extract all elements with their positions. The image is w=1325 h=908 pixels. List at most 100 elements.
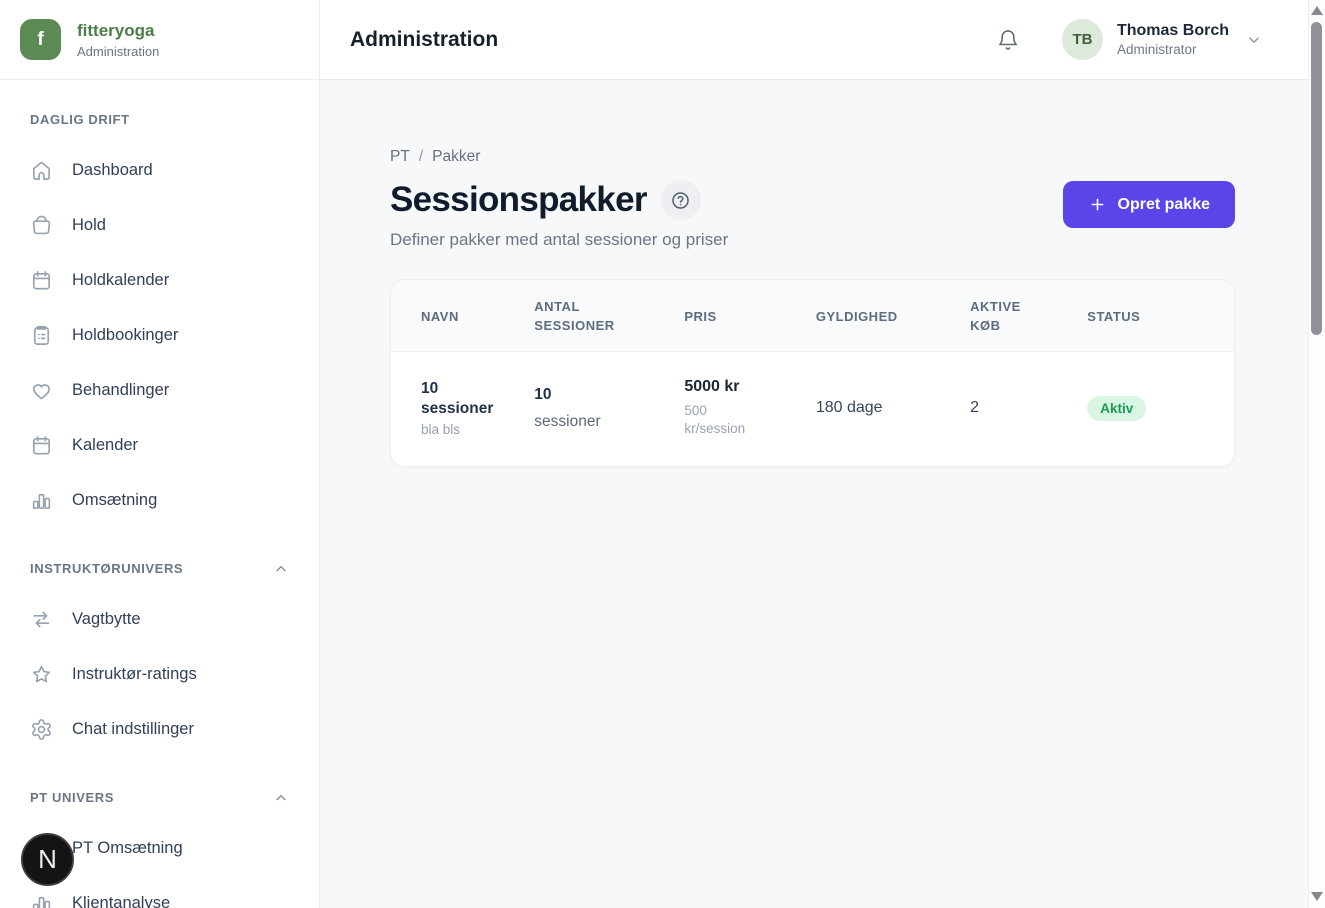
breadcrumb-pt[interactable]: PT	[390, 148, 410, 166]
sidebar-item-klientanalyse[interactable]: Klientanalyse	[30, 881, 289, 908]
heart-icon	[30, 379, 53, 402]
package-note: bla bls	[421, 422, 494, 437]
scrollbar[interactable]	[1308, 0, 1325, 908]
section-instruktorunivers[interactable]: INSTRUKTØRUNIVERS	[30, 561, 289, 577]
calendar-icon	[30, 434, 53, 457]
package-name: 10 sessioner	[421, 379, 494, 419]
active-purchases: 2	[970, 399, 979, 416]
cell-antal-sessioner: 10 sessioner	[534, 352, 684, 467]
bar-chart-icon	[30, 489, 53, 512]
sidebar-item-label: Holdkalender	[72, 271, 169, 290]
main-area: Administration TB Thomas Borch Administr…	[320, 0, 1325, 908]
bar-chart-icon	[30, 892, 53, 908]
sidebar-item-behandlinger[interactable]: Behandlinger	[30, 368, 289, 412]
package-price-detail: 500 kr/session	[684, 402, 754, 438]
scrollbar-down-arrow-icon[interactable]	[1311, 892, 1323, 901]
sidebar-item-hold[interactable]: Hold	[30, 203, 289, 247]
package-price: 5000 kr	[684, 378, 776, 396]
sidebar-item-label: Hold	[72, 216, 106, 235]
create-package-button-label: Opret pakke	[1118, 196, 1210, 214]
page-head: PT / Pakker Sessionspakker Definer pakke…	[390, 147, 1235, 250]
sidebar-item-label: Vagtbytte	[72, 610, 141, 629]
section-daglig-drift: DAGLIG DRIFT	[30, 112, 289, 128]
swap-arrows-icon	[30, 608, 53, 631]
cell-navn: 10 sessioner bla bls	[391, 352, 534, 467]
plus-icon	[1088, 195, 1107, 214]
title-row: Sessionspakker	[390, 179, 728, 221]
cell-aktive-kob: 2	[970, 352, 1087, 467]
brand-subtitle: Administration	[77, 44, 159, 59]
star-icon	[30, 663, 53, 686]
sidebar-item-holdbookinger[interactable]: Holdbookinger	[30, 313, 289, 357]
sidebar-header: f fitteryoga Administration	[0, 0, 319, 80]
sidebar-item-label: Omsætning	[72, 491, 157, 510]
packages-table-card: NAVN ANTAL SESSIONER PRIS GYLDIGHED AKTI…	[390, 279, 1235, 467]
page-subtitle: Definer pakker med antal sessioner og pr…	[390, 230, 728, 250]
avatar[interactable]: TB	[1062, 19, 1103, 60]
scrollbar-thumb[interactable]	[1311, 22, 1322, 335]
column-header-gyldighed: GYLDIGHED	[816, 280, 970, 352]
help-button[interactable]	[661, 180, 701, 220]
packages-table: NAVN ANTAL SESSIONER PRIS GYLDIGHED AKTI…	[391, 280, 1234, 466]
breadcrumb: PT / Pakker	[390, 147, 728, 166]
section-pt-univers[interactable]: PT UNIVERS	[30, 790, 289, 806]
chevron-up-icon[interactable]	[273, 561, 289, 577]
page-title: Sessionspakker	[390, 179, 647, 221]
sidebar-item-omsaetning[interactable]: Omsætning	[30, 478, 289, 522]
section-label: PT UNIVERS	[30, 790, 114, 806]
user-block: Thomas Borch Administrator	[1117, 22, 1229, 57]
sessions-count: 10	[534, 386, 644, 404]
sidebar-item-dashboard[interactable]: Dashboard	[30, 148, 289, 192]
brand-name: fitteryoga	[77, 21, 159, 41]
column-header-pris: PRIS	[684, 280, 816, 352]
sidebar-item-label: Kalender	[72, 436, 138, 455]
sidebar-item-instruktor-ratings[interactable]: Instruktør-ratings	[30, 652, 289, 696]
sidebar-item-label: PT Omsætning	[72, 839, 183, 858]
sidebar-item-label: Holdbookinger	[72, 326, 178, 345]
table-header-row: NAVN ANTAL SESSIONER PRIS GYLDIGHED AKTI…	[391, 280, 1234, 352]
sidebar-nav: DAGLIG DRIFT Dashboard Hold Holdkalender…	[0, 80, 319, 908]
sidebar-item-holdkalender[interactable]: Holdkalender	[30, 258, 289, 302]
cell-gyldighed: 180 dage	[816, 352, 970, 467]
create-package-button[interactable]: Opret pakke	[1063, 181, 1235, 228]
scrollbar-up-arrow-icon[interactable]	[1311, 6, 1323, 15]
breadcrumb-separator: /	[419, 148, 423, 166]
user-name: Thomas Borch	[1117, 22, 1229, 40]
avatar-initials: TB	[1072, 31, 1092, 48]
gear-icon	[30, 718, 53, 741]
notifications-button[interactable]	[996, 28, 1020, 52]
table-row[interactable]: 10 sessioner bla bls 10 sessioner 5000 k…	[391, 352, 1234, 467]
sidebar-item-label: Chat indstillinger	[72, 720, 194, 739]
sidebar-item-label: Klientanalyse	[72, 894, 170, 908]
sidebar-item-label: Behandlinger	[72, 381, 169, 400]
column-header-navn: NAVN	[391, 280, 534, 352]
sidebar-item-vagtbytte[interactable]: Vagtbytte	[30, 597, 289, 641]
cell-pris: 5000 kr 500 kr/session	[684, 352, 816, 467]
user-role: Administrator	[1117, 42, 1229, 57]
page-head-left: PT / Pakker Sessionspakker Definer pakke…	[390, 147, 728, 250]
column-header-status: STATUS	[1087, 280, 1234, 352]
bell-icon	[996, 28, 1020, 52]
breadcrumb-pakker[interactable]: Pakker	[432, 148, 480, 166]
clipboard-list-icon	[30, 324, 53, 347]
brand-logo-letter: f	[37, 29, 43, 51]
nextjs-dev-badge[interactable]: N	[21, 833, 74, 886]
nextjs-dev-badge-letter: N	[38, 844, 57, 875]
help-circle-icon	[670, 190, 691, 211]
section-label: INSTRUKTØRUNIVERS	[30, 561, 183, 577]
topbar: Administration TB Thomas Borch Administr…	[320, 0, 1325, 80]
section-label: DAGLIG DRIFT	[30, 112, 130, 128]
topbar-title: Administration	[350, 28, 498, 52]
user-menu-button[interactable]	[1245, 31, 1263, 49]
package-validity: 180 dage	[816, 399, 883, 416]
column-header-antal-sessioner: ANTAL SESSIONER	[534, 280, 684, 352]
brand-logo[interactable]: f	[20, 19, 61, 60]
status-badge: Aktiv	[1087, 396, 1146, 421]
brand-text: fitteryoga Administration	[77, 21, 159, 59]
topbar-right: TB Thomas Borch Administrator	[996, 19, 1263, 60]
cell-status: Aktiv	[1087, 352, 1234, 467]
chevron-up-icon[interactable]	[273, 790, 289, 806]
column-header-aktive-kob: AKTIVE KØB	[970, 280, 1087, 352]
sidebar-item-kalender[interactable]: Kalender	[30, 423, 289, 467]
sidebar-item-chat-indstillinger[interactable]: Chat indstillinger	[30, 707, 289, 751]
